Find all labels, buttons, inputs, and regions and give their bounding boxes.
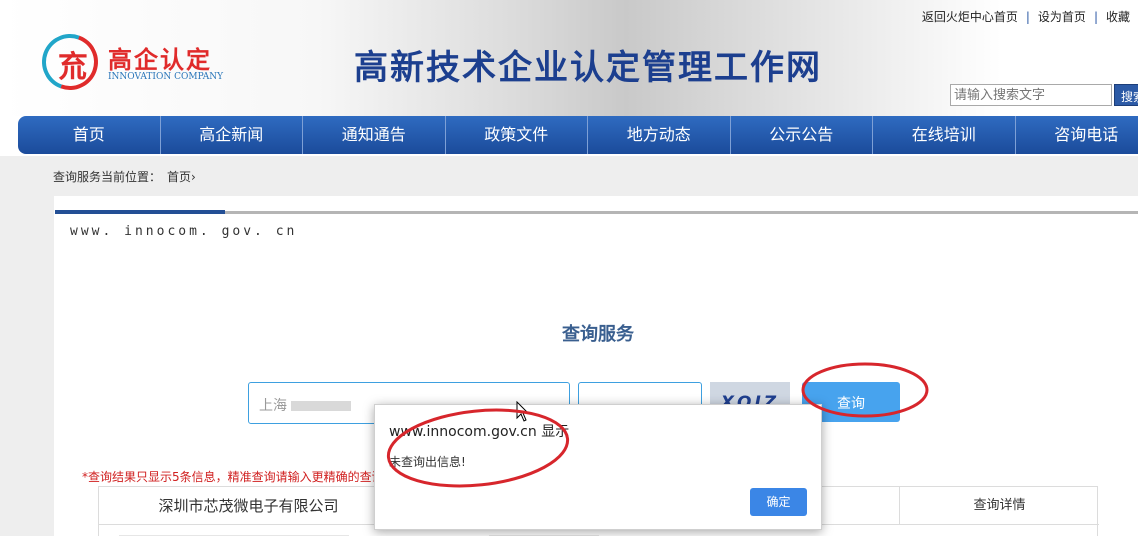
logo[interactable]: 㐬 高企认定 INNOVATION COMPANY (32, 24, 232, 100)
blurred-text (291, 401, 351, 411)
top-links: 返回火炬中心首页 | 设为首页 | 收藏 (914, 8, 1138, 25)
search-input[interactable] (950, 84, 1112, 106)
link-back-home[interactable]: 返回火炬中心首页 (922, 10, 1018, 24)
logo-text-en: INNOVATION COMPANY (108, 72, 224, 82)
company-input-value: 上海 (259, 398, 287, 414)
domain-text: www. innocom. gov. cn (70, 224, 298, 239)
breadcrumb: 查询服务当前位置： 首页› (53, 168, 196, 185)
service-title-text: 查询服务 (562, 324, 634, 345)
table-cell-company: 深圳市芯茂微电子有限公司 (99, 487, 399, 525)
alert-dialog: www.innocom.gov.cn 显示 未查询出信息! 确定 (374, 404, 822, 530)
service-title: 查询服务 (0, 320, 1138, 346)
nav-item-home[interactable]: 首页 (18, 116, 161, 154)
site-title: 高新技术企业认定管理工作网 (354, 48, 822, 88)
nav-item-news[interactable]: 高企新闻 (161, 116, 303, 154)
mouse-cursor-icon (516, 401, 530, 422)
link-favorite[interactable]: 收藏 (1106, 10, 1130, 24)
nav-item-policy[interactable]: 政策文件 (446, 116, 588, 154)
nav-item-notices[interactable]: 通知通告 (303, 116, 446, 154)
logo-text-cn: 高企认定 (108, 46, 212, 74)
search-button[interactable]: 搜索 (1114, 84, 1138, 106)
breadcrumb-home[interactable]: 首页› (167, 170, 196, 184)
nav-item-announcements[interactable]: 公示公告 (731, 116, 873, 154)
separator: | (1025, 10, 1030, 24)
site-header: 返回火炬中心首页 | 设为首页 | 收藏 㐬 高企认定 INNOVATION COMPA… (0, 0, 1138, 116)
breadcrumb-label: 查询服务当前位置： (53, 170, 162, 184)
link-set-homepage[interactable]: 设为首页 (1038, 10, 1086, 24)
tab-indicator (55, 210, 225, 214)
nav-item-hotline[interactable]: 咨询电话 (1016, 116, 1138, 154)
dialog-title: www.innocom.gov.cn 显示 (389, 424, 570, 440)
separator: | (1093, 10, 1098, 24)
left-margin (0, 156, 54, 536)
nav-item-local[interactable]: 地方动态 (588, 116, 731, 154)
nav-item-training[interactable]: 在线培训 (873, 116, 1016, 154)
page: 返回火炬中心首页 | 设为首页 | 收藏 㐬 高企认定 INNOVATION COMPA… (0, 0, 1138, 536)
table-header-detail: 查询详情 (899, 487, 1099, 525)
logo-char: 㐬 (58, 50, 88, 85)
tab-divider (225, 211, 1138, 214)
dialog-message: 未查询出信息! (389, 455, 466, 469)
main-nav: 首页 高企新闻 通知通告 政策文件 地方动态 公示公告 在线培训 咨询电话 (18, 116, 1138, 154)
ok-button[interactable]: 确定 (750, 488, 807, 516)
result-notice: *查询结果只显示5条信息，精准查询请输入更精确的查询 (82, 470, 384, 484)
